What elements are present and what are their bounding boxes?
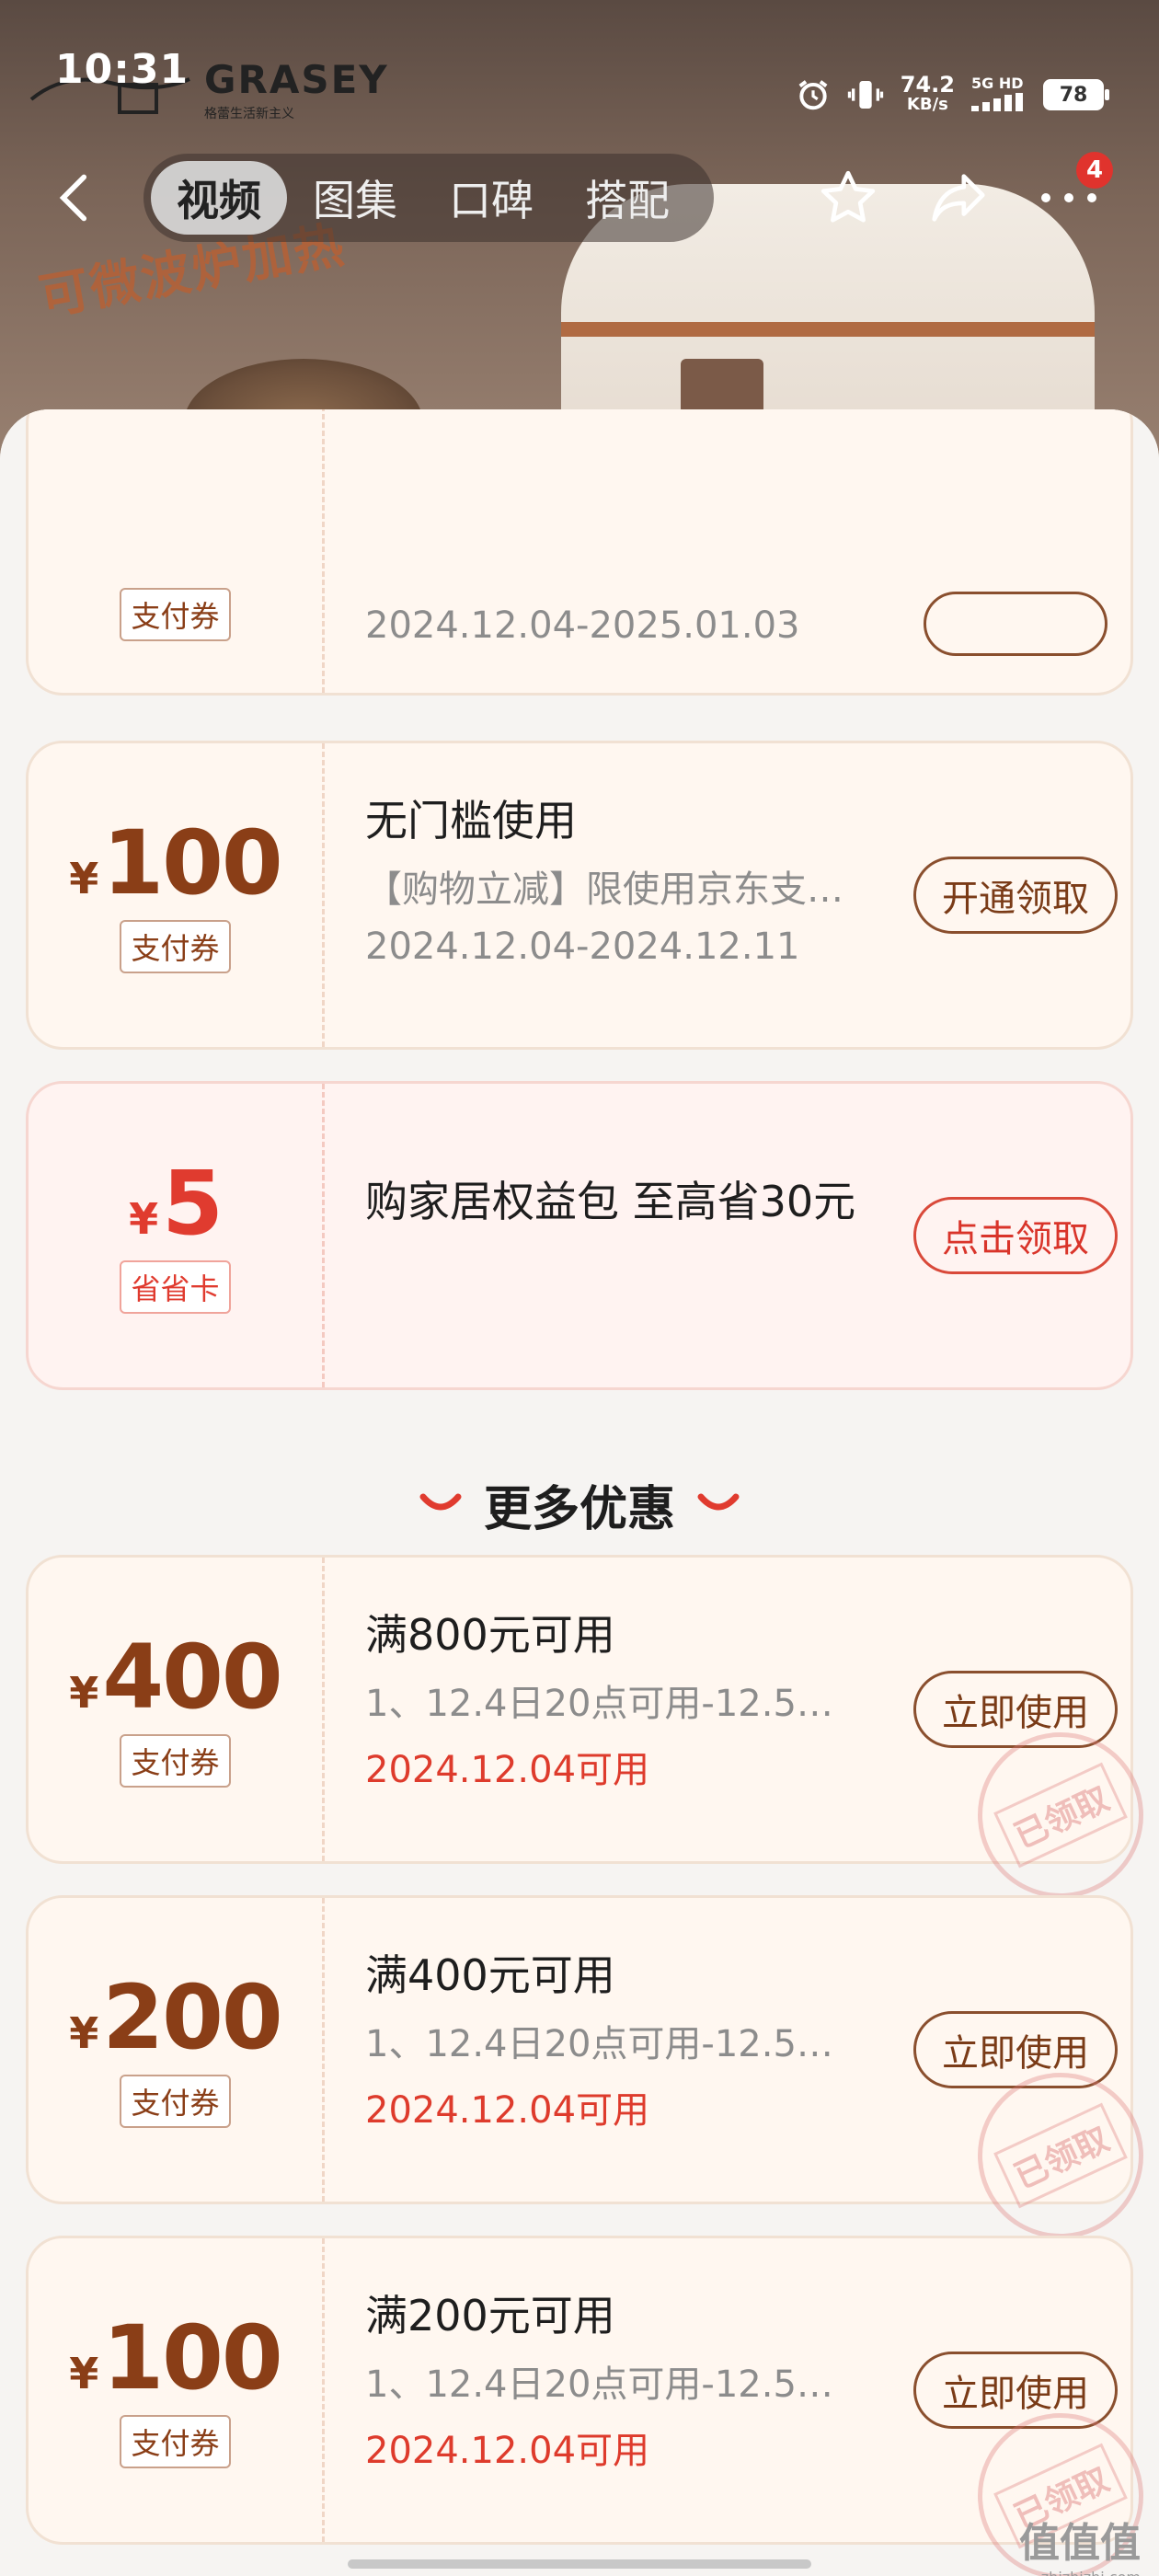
coupon-action-area — [901, 409, 1130, 693]
battery-indicator: 78 — [1043, 79, 1109, 110]
coupon-type-tag: 支付券 — [120, 2075, 231, 2128]
coupon-amount: ¥ 200 — [69, 1966, 282, 2069]
coupon-action-area: 立即使用 已领取 — [901, 2238, 1159, 2576]
nav-actions: 4 — [813, 152, 1122, 233]
coupon-amount: ¥ 100 — [69, 811, 282, 914]
coupon-amount: ¥ 5 — [129, 1152, 224, 1255]
coupon-amount-area: ¥ 5 省省卡 — [29, 1084, 325, 1387]
coupon-date: 2024.12.04-2024.12.11 — [365, 926, 800, 968]
coupon-date: 2024.12.04可用 — [365, 1749, 650, 1791]
coupon-amount-area: ¥ 100 支付券 — [29, 2238, 325, 2542]
coupon-type-tag: 支付券 — [120, 2415, 231, 2468]
coupon-date: 2024.12.04可用 — [365, 2430, 650, 2472]
coupon-date: 2024.12.04可用 — [365, 2089, 650, 2132]
coupon-condition: 满800元可用 — [365, 1610, 615, 1660]
network-type: 5G HD — [971, 75, 1027, 116]
tab-gallery[interactable]: 图集 — [287, 161, 423, 235]
more-dots-icon — [1041, 193, 1096, 202]
coupon-amount-area: ¥ 100 支付券 — [29, 743, 325, 1047]
star-icon — [820, 170, 876, 223]
coupon-info: 购家居权益包 至高省30元 — [325, 1084, 901, 1387]
coupon-card: ¥ 200 支付券 满400元可用 1、12.4日20点可用-12.5… 202… — [26, 1895, 1159, 2266]
status-icons: 74.2 KB/s 5G HD 78 — [796, 52, 1109, 138]
coupon-card: ¥ 5 省省卡 购家居权益包 至高省30元 点击领取 — [26, 1081, 1133, 1390]
signal-icon — [971, 92, 1023, 111]
coupon-info: 满200元可用 1、12.4日20点可用-12.5… 2024.12.04可用 — [325, 2238, 901, 2542]
coupon-card: 支付券 2024.12.04-2025.01.03 — [26, 409, 1133, 696]
coupon-date: 2024.12.04-2025.01.03 — [365, 604, 800, 647]
home-indicator[interactable] — [348, 2559, 811, 2569]
coupon-info: 满800元可用 1、12.4日20点可用-12.5… 2024.12.04可用 — [325, 1558, 901, 1861]
media-tabs: 视频 图集 口碑 搭配 — [143, 154, 714, 242]
tab-video[interactable]: 视频 — [151, 161, 287, 235]
coupon-action-area: 立即使用 已领取 — [901, 1898, 1159, 2266]
coupon-type-tag: 省省卡 — [120, 1260, 231, 1314]
coupon-condition: 无门槛使用 — [365, 796, 577, 845]
network-speed: 74.2 KB/s — [900, 72, 955, 114]
more-offers-heading: 更多优惠 — [0, 1467, 1159, 1541]
click-claim-button[interactable]: 点击领取 — [913, 1197, 1118, 1274]
status-bar: 10:31 74.2 KB/s 5G HD 78 — [0, 0, 1159, 138]
coupon-action-area: 开通领取 — [901, 743, 1130, 1047]
coupon-card: ¥ 100 支付券 无门槛使用 【购物立减】限使用京东支… 2024.12.04… — [26, 741, 1133, 1050]
coupon-info: 2024.12.04-2025.01.03 — [325, 409, 901, 693]
top-nav-bar: 视频 图集 口碑 搭配 4 — [0, 147, 1159, 248]
coupon-amount-area: ¥ 200 支付券 — [29, 1898, 325, 2202]
coupon-card: ¥ 400 支付券 满800元可用 1、12.4日20点可用-12.5… 202… — [26, 1555, 1159, 1926]
vibrate-icon — [847, 81, 883, 109]
coupon-condition: 满400元可用 — [365, 1950, 615, 2000]
favorite-button[interactable] — [813, 163, 883, 233]
coupon-description: 1、12.4日20点可用-12.5… — [365, 1683, 833, 1725]
more-menu-button[interactable]: 4 — [1034, 152, 1113, 233]
coupon-condition: 满200元可用 — [365, 2291, 615, 2340]
smile-decoration-icon — [419, 1493, 462, 1511]
coupon-claim-button[interactable] — [924, 592, 1107, 656]
share-button[interactable] — [924, 163, 993, 233]
coupon-condition: 购家居权益包 至高省30元 — [365, 1177, 856, 1226]
coupon-action-area: 立即使用 已领取 — [901, 1558, 1159, 1926]
share-icon — [932, 174, 985, 222]
tab-matching[interactable]: 搭配 — [559, 161, 695, 235]
coupon-type-tag: 支付券 — [120, 920, 231, 973]
chevron-left-icon — [59, 174, 87, 222]
coupon-amount-area: 支付券 — [29, 409, 325, 693]
smile-decoration-icon — [697, 1493, 740, 1511]
bag-label — [681, 359, 763, 414]
notification-badge: 4 — [1076, 152, 1113, 189]
coupon-info: 无门槛使用 【购物立减】限使用京东支… 2024.12.04-2024.12.1… — [325, 743, 901, 1047]
coupon-description: 1、12.4日20点可用-12.5… — [365, 2023, 833, 2065]
discount-sheet: 优惠 支付券 2024.12.04-2025.01.03 ¥ — [0, 409, 1159, 2576]
coupon-description: 1、12.4日20点可用-12.5… — [365, 2363, 833, 2406]
coupon-amount: ¥ 100 — [69, 2306, 282, 2409]
coupon-type-tag: 支付券 — [120, 588, 231, 641]
coupon-type-tag: 支付券 — [120, 1734, 231, 1788]
back-button[interactable] — [37, 161, 110, 235]
status-time: 10:31 — [55, 46, 189, 93]
bag-strap — [561, 322, 1095, 337]
alarm-icon — [798, 80, 828, 110]
site-watermark: 值值值 zhizhizhi.com — [1019, 2520, 1141, 2576]
activate-claim-button[interactable]: 开通领取 — [913, 857, 1118, 934]
coupon-info: 满400元可用 1、12.4日20点可用-12.5… 2024.12.04可用 — [325, 1898, 901, 2202]
coupon-amount-area: ¥ 400 支付券 — [29, 1558, 325, 1861]
tab-reviews[interactable]: 口碑 — [423, 161, 559, 235]
coupon-amount: ¥ 400 — [69, 1626, 282, 1729]
coupon-description: 【购物立减】限使用京东支… — [365, 868, 843, 911]
coupon-action-area: 点击领取 — [901, 1084, 1130, 1387]
coupon-card: ¥ 100 支付券 满200元可用 1、12.4日20点可用-12.5… 202… — [26, 2236, 1159, 2576]
